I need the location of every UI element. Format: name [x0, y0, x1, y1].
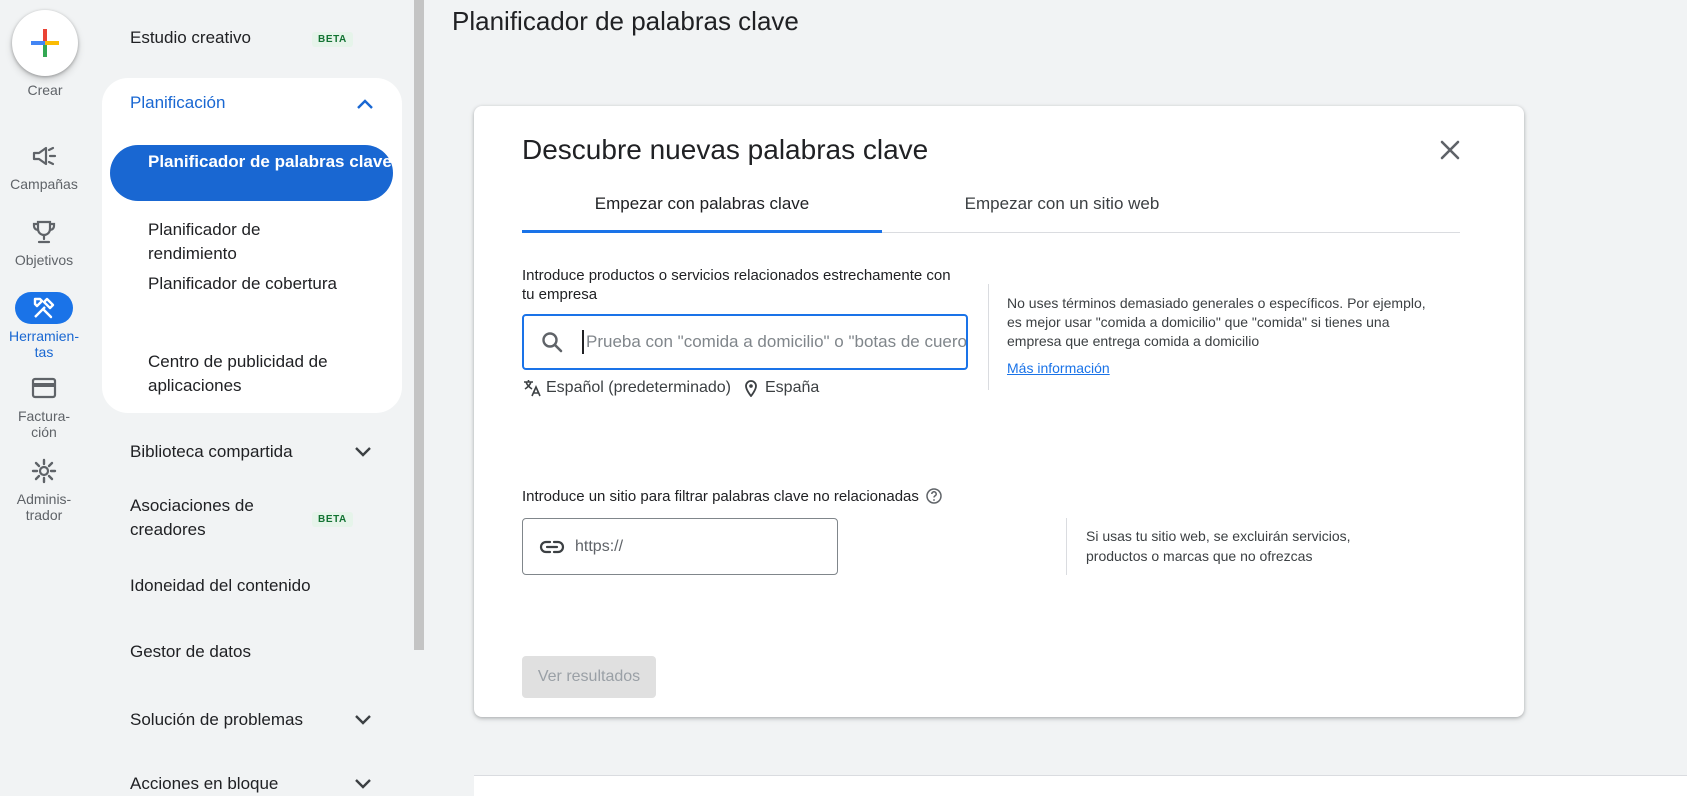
rail-item-campaigns[interactable]: Campañas	[0, 140, 88, 192]
tab-start-with-website[interactable]: Empezar con un sitio web	[882, 176, 1242, 232]
chevron-down-icon[interactable]	[354, 446, 372, 458]
more-info-link[interactable]: Más información	[1007, 360, 1110, 376]
nav-item-label: Estudio creativo	[130, 28, 251, 47]
see-results-button[interactable]: Ver resultados	[522, 656, 656, 698]
nav-item-label: Solución de problemas	[130, 710, 303, 729]
keyword-input-label: Introduce productos o servicios relacion…	[522, 267, 951, 303]
divider	[1066, 518, 1067, 575]
nav-item-creative-studio[interactable]: Estudio creativo	[130, 26, 251, 50]
start-tabs: Empezar con palabras clave Empezar con u…	[522, 176, 1460, 233]
rail-label: Campañas	[10, 176, 78, 192]
rail-item-admin[interactable]: Adminis- trador	[0, 455, 88, 523]
link-icon	[539, 540, 565, 553]
divider	[988, 284, 989, 390]
search-icon	[542, 332, 563, 353]
translate-icon[interactable]	[522, 378, 542, 398]
rail-item-goals[interactable]: Objetivos	[0, 216, 88, 268]
nav-item-label: Idoneidad del contenido	[130, 576, 311, 595]
site-url-box[interactable]	[522, 518, 838, 575]
nav-item-app-advertising-hub[interactable]: Centro de publicidad de aplicaciones	[148, 350, 368, 398]
credit-card-icon	[15, 372, 73, 404]
keyword-search-input[interactable]	[582, 330, 966, 354]
tab-start-with-keywords[interactable]: Empezar con palabras clave	[522, 176, 882, 233]
rail-label: Herramien- tas	[8, 328, 79, 360]
rail-label: Objetivos	[14, 252, 74, 268]
chevron-up-icon[interactable]	[356, 98, 374, 110]
nav-item-keyword-planner[interactable]: Planificador de palabras clave	[110, 145, 393, 201]
nav-item-bulk-actions[interactable]: Acciones en bloque	[130, 772, 278, 796]
nav-item-label: Asociaciones de creadores	[130, 496, 254, 539]
nav-item-data-manager[interactable]: Gestor de datos	[130, 640, 251, 664]
rail-item-billing[interactable]: Factura- ción	[0, 372, 88, 440]
rail-label: Adminis- trador	[16, 491, 72, 523]
chevron-down-icon[interactable]	[354, 714, 372, 726]
location-selector[interactable]: España	[743, 379, 819, 397]
plus-icon	[31, 29, 59, 57]
nav-item-label: Acciones en bloque	[130, 774, 279, 793]
close-icon[interactable]	[1436, 136, 1464, 164]
trophy-icon	[15, 216, 73, 248]
create-button[interactable]	[12, 10, 78, 76]
beta-badge: BETA	[312, 512, 353, 527]
megaphone-icon	[15, 140, 73, 172]
gear-icon	[15, 455, 73, 487]
help-icon[interactable]	[925, 487, 943, 505]
next-section-card	[474, 775, 1687, 796]
rail-label: Factura- ción	[17, 408, 71, 440]
chevron-down-icon[interactable]	[354, 778, 372, 790]
location-label: España	[765, 379, 820, 396]
keyword-tip-text: No uses términos demasiado generales o e…	[1007, 295, 1426, 349]
page-title: Planificador de palabras clave	[452, 6, 799, 36]
keyword-discovery-card: Descubre nuevas palabras clave Empezar c…	[474, 106, 1524, 717]
site-filter-label: Introduce un sitio para filtrar palabras…	[522, 487, 943, 505]
planning-group: Planificación Planificador de palabras c…	[102, 78, 402, 413]
site-tip-text: Si usas tu sitio web, se excluirán servi…	[1086, 528, 1351, 564]
left-rail: Crear Campañas Objetivos Herramien- tas …	[0, 0, 88, 787]
site-filter-label-text: Introduce un sitio para filtrar palabras…	[522, 487, 919, 505]
card-title: Descubre nuevas palabras clave	[522, 134, 929, 165]
nav-item-troubleshooting[interactable]: Solución de problemas	[130, 708, 303, 732]
nav-item-reach-planner[interactable]: Planificador de cobertura	[148, 272, 337, 296]
nav-scrollbar[interactable]	[414, 0, 424, 650]
create-label: Crear	[27, 82, 63, 98]
nav-item-label: Biblioteca compartida	[130, 442, 293, 461]
beta-badge: BETA	[312, 32, 353, 47]
language-location-row: Español (predeterminado) España	[522, 378, 819, 398]
nav-item-label: Gestor de datos	[130, 642, 251, 661]
nav-panel: Estudio creativo BETA Planificación Plan…	[88, 0, 418, 793]
language-selector[interactable]: Español (predeterminado)	[546, 379, 731, 397]
planning-header[interactable]: Planificación	[130, 93, 225, 113]
rail-item-tools[interactable]: Herramien- tas	[0, 292, 88, 360]
nav-item-shared-library[interactable]: Biblioteca compartida	[130, 440, 293, 464]
nav-item-performance-planner[interactable]: Planificador de rendimiento	[148, 218, 298, 266]
keyword-search-box[interactable]	[522, 314, 968, 370]
tools-icon	[15, 292, 73, 324]
site-url-input[interactable]	[573, 536, 817, 557]
nav-item-creator-partnerships[interactable]: Asociaciones de creadores	[130, 494, 280, 542]
nav-item-content-suitability[interactable]: Idoneidad del contenido	[130, 574, 311, 598]
location-pin-icon	[745, 380, 757, 397]
